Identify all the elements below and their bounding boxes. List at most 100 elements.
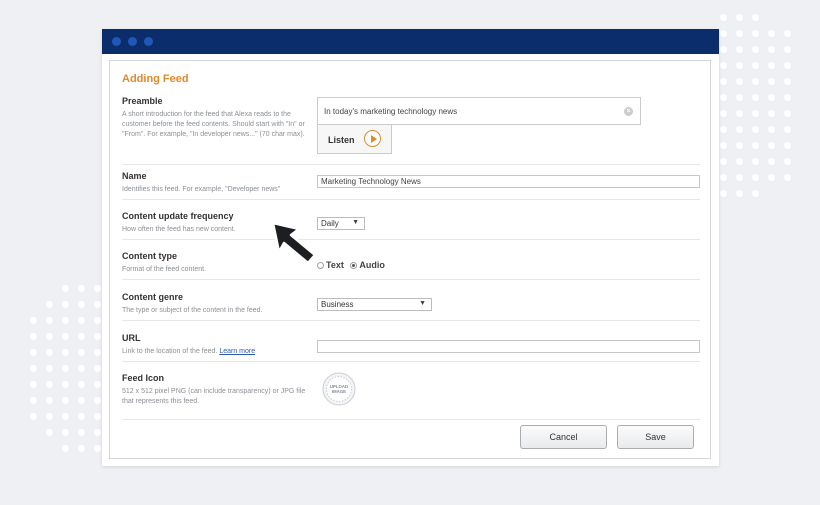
background-dot bbox=[736, 190, 743, 197]
background-dot bbox=[720, 94, 727, 101]
background-dot bbox=[78, 365, 85, 372]
background-dot bbox=[784, 174, 791, 181]
background-dot bbox=[720, 30, 727, 37]
background-dot bbox=[720, 126, 727, 133]
background-dot bbox=[78, 285, 85, 292]
background-dot bbox=[720, 78, 727, 85]
chevron-down-icon: ▼ bbox=[419, 300, 426, 307]
background-dot bbox=[736, 30, 743, 37]
background-dot bbox=[784, 142, 791, 149]
cancel-button[interactable]: Cancel bbox=[520, 425, 607, 449]
background-dot bbox=[78, 429, 85, 436]
clear-circle-icon[interactable]: × bbox=[624, 107, 633, 116]
background-dot bbox=[720, 158, 727, 165]
background-dot bbox=[46, 301, 53, 308]
background-dot bbox=[768, 78, 775, 85]
background-dot bbox=[768, 110, 775, 117]
feed-icon-row: Feed Icon 512 x 512 pixel PNG (can inclu… bbox=[122, 371, 700, 420]
background-dot bbox=[30, 397, 37, 404]
background-dot bbox=[736, 46, 743, 53]
background-dot bbox=[62, 381, 69, 388]
chevron-down-icon: ▼ bbox=[352, 219, 359, 226]
background-dot bbox=[720, 46, 727, 53]
background-dot bbox=[752, 30, 759, 37]
background-dot bbox=[46, 333, 53, 340]
upload-line-2: IMAGE bbox=[332, 389, 346, 394]
preamble-row: Preamble A short introduction for the fe… bbox=[122, 96, 700, 165]
preamble-description: A short introduction for the feed that A… bbox=[122, 111, 305, 138]
background-dot bbox=[736, 174, 743, 181]
background-dot bbox=[752, 46, 759, 53]
background-dot bbox=[46, 397, 53, 404]
background-dot bbox=[62, 285, 69, 292]
window-minimize-dot-icon[interactable] bbox=[128, 37, 137, 46]
background-dot bbox=[62, 445, 69, 452]
background-dot bbox=[94, 445, 101, 452]
background-dot bbox=[94, 285, 101, 292]
learn-more-link[interactable]: Learn more bbox=[219, 348, 255, 355]
play-icon bbox=[364, 130, 381, 147]
browser-window: Adding Feed Preamble A short introductio… bbox=[102, 29, 719, 466]
frequency-row: Content update frequency How often the f… bbox=[122, 211, 700, 240]
background-dot bbox=[784, 62, 791, 69]
window-titlebar bbox=[102, 29, 719, 54]
background-dot bbox=[768, 46, 775, 53]
background-dot bbox=[62, 349, 69, 356]
url-row: URL Link to the location of the feed. Le… bbox=[122, 333, 700, 362]
url-field[interactable] bbox=[317, 340, 700, 353]
genre-select[interactable]: Business ▼ bbox=[317, 298, 432, 311]
window-maximize-dot-icon[interactable] bbox=[144, 37, 153, 46]
background-dot bbox=[736, 62, 743, 69]
background-dot bbox=[736, 94, 743, 101]
background-dot bbox=[94, 317, 101, 324]
background-dot bbox=[784, 30, 791, 37]
content-type-label: Content type bbox=[122, 251, 177, 261]
name-description: Identifies this feed. For example, "Deve… bbox=[122, 186, 281, 193]
background-dot bbox=[30, 317, 37, 324]
background-dot bbox=[768, 30, 775, 37]
background-dot bbox=[752, 78, 759, 85]
background-dot bbox=[30, 365, 37, 372]
background-dot bbox=[94, 413, 101, 420]
background-dot bbox=[46, 317, 53, 324]
background-dot bbox=[46, 429, 53, 436]
background-dot bbox=[736, 14, 743, 21]
background-dot bbox=[768, 158, 775, 165]
background-dot bbox=[94, 429, 101, 436]
background-dot bbox=[768, 142, 775, 149]
content-type-audio-radio[interactable] bbox=[350, 262, 358, 269]
listen-button[interactable]: Listen bbox=[317, 125, 392, 154]
background-dot bbox=[720, 174, 727, 181]
background-dot bbox=[94, 333, 101, 340]
background-dot bbox=[752, 94, 759, 101]
background-dot bbox=[768, 62, 775, 69]
background-dot bbox=[94, 381, 101, 388]
background-dot bbox=[720, 110, 727, 117]
background-dot bbox=[62, 397, 69, 404]
save-button[interactable]: Save bbox=[617, 425, 694, 449]
background-dot bbox=[784, 94, 791, 101]
url-label: URL bbox=[122, 333, 141, 343]
background-dot bbox=[752, 174, 759, 181]
background-dot bbox=[768, 126, 775, 133]
background-dot bbox=[62, 413, 69, 420]
frequency-label: Content update frequency bbox=[122, 211, 234, 221]
background-dot bbox=[784, 110, 791, 117]
adding-feed-panel: Adding Feed Preamble A short introductio… bbox=[109, 60, 711, 459]
background-dot bbox=[752, 190, 759, 197]
genre-description: The type or subject of the content in th… bbox=[122, 307, 263, 314]
upload-image-button[interactable]: UPLOAD IMAGE bbox=[321, 371, 357, 407]
name-field[interactable] bbox=[317, 175, 700, 188]
background-dot bbox=[62, 317, 69, 324]
background-dot bbox=[736, 158, 743, 165]
background-dot bbox=[46, 381, 53, 388]
background-dot bbox=[78, 301, 85, 308]
background-dot bbox=[94, 301, 101, 308]
background-dot bbox=[736, 142, 743, 149]
background-dot bbox=[94, 365, 101, 372]
preamble-input[interactable]: In today's marketing technology news × bbox=[317, 97, 641, 125]
background-dot bbox=[78, 317, 85, 324]
background-dot bbox=[720, 190, 727, 197]
background-dot bbox=[720, 142, 727, 149]
window-close-dot-icon[interactable] bbox=[112, 37, 121, 46]
